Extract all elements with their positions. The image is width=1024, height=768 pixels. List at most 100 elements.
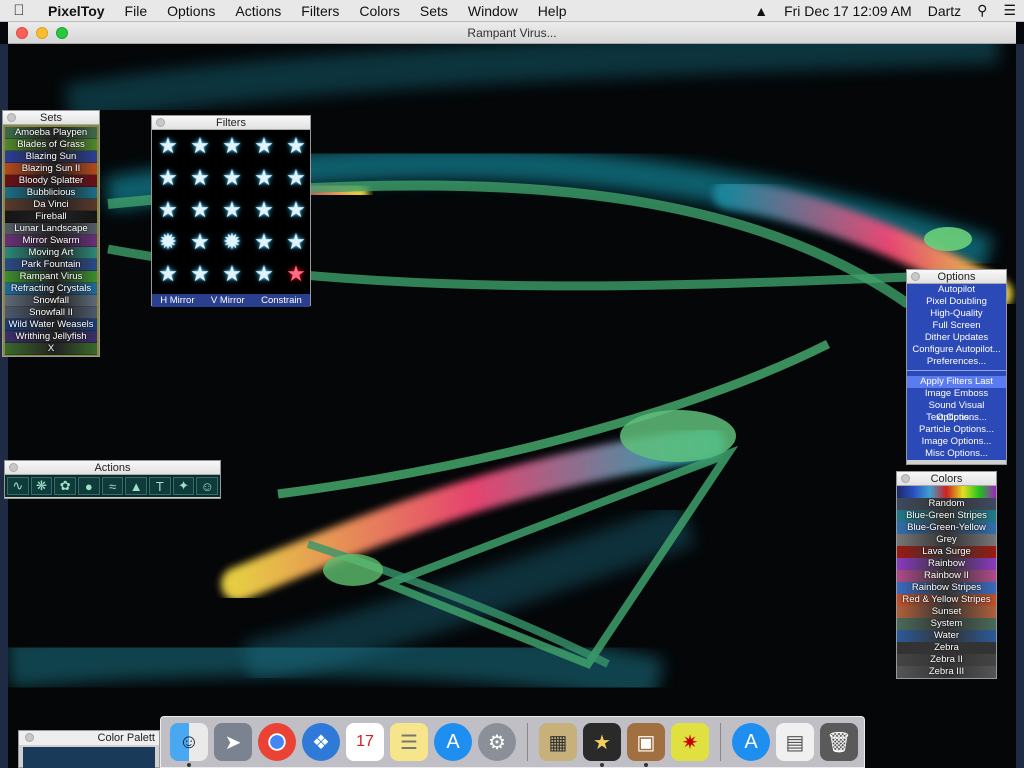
filter-star-icon[interactable]: ★	[184, 162, 216, 194]
window-titlebar[interactable]: Rampant Virus...	[8, 22, 1016, 44]
menu-sets[interactable]: Sets	[410, 0, 458, 22]
filter-star-icon[interactable]: ★	[152, 162, 184, 194]
user-name[interactable]: Dartz	[920, 3, 969, 19]
set-item[interactable]: Wild Water Weasels	[5, 319, 97, 331]
spotlight-search-icon[interactable]: ⚲	[969, 2, 995, 19]
filter-star-icon[interactable]: ★	[248, 162, 280, 194]
apple-icon[interactable]: 	[0, 2, 38, 19]
filter-star-icon[interactable]: ★	[216, 162, 248, 194]
app-store-folder-icon[interactable]: A	[732, 723, 770, 761]
option-item[interactable]: Image Emboss	[907, 388, 1006, 400]
color-item[interactable]: Zebra II	[897, 654, 996, 666]
action-sparkle-icon[interactable]: ✦	[172, 477, 195, 495]
set-item[interactable]: Blades of Grass	[5, 139, 97, 151]
option-item[interactable]: Full Screen	[907, 320, 1006, 332]
option-item[interactable]: High-Quality	[907, 308, 1006, 320]
h-mirror-button[interactable]: H Mirror	[160, 295, 194, 306]
safari-icon[interactable]: ❖	[302, 723, 340, 761]
option-item[interactable]: Particle Options...	[907, 424, 1006, 436]
action-text-icon[interactable]: T	[149, 477, 171, 495]
filter-star-icon[interactable]: ★	[280, 194, 312, 226]
filter-star-icon[interactable]: ★	[152, 130, 184, 162]
action-swirl-icon[interactable]: ✿	[54, 477, 77, 495]
set-item[interactable]: Fireball	[5, 211, 97, 223]
filter-star-icon[interactable]: ★	[280, 226, 312, 258]
pixeltoy-icon[interactable]: ★	[583, 723, 621, 767]
set-item[interactable]: Bubblicious	[5, 187, 97, 199]
color-palette-titlebar[interactable]: Color Palett	[19, 731, 159, 745]
clock[interactable]: Fri Dec 17 12:09 AM	[776, 3, 920, 19]
set-item[interactable]: X	[5, 343, 97, 355]
set-item[interactable]: Snowfall II	[5, 307, 97, 319]
v-mirror-button[interactable]: V Mirror	[211, 295, 245, 306]
menu-file[interactable]: File	[115, 0, 158, 22]
option-item[interactable]: Text Options...	[907, 412, 1006, 424]
menu-colors[interactable]: Colors	[349, 0, 409, 22]
action-bubbles-icon[interactable]: ●	[78, 477, 100, 495]
palette-close-button[interactable]	[7, 113, 16, 122]
system-preferences-icon[interactable]: ⚙	[478, 723, 516, 761]
set-item[interactable]: Refracting Crystals	[5, 283, 97, 295]
constrain-button[interactable]: Constrain	[261, 295, 302, 306]
color-item[interactable]: System	[897, 618, 996, 630]
launchpad-icon[interactable]: ➤	[214, 723, 252, 761]
trash-icon[interactable]: 🗑	[820, 723, 858, 761]
color-item[interactable]: Water	[897, 630, 996, 642]
filter-star-icon[interactable]: ★	[280, 162, 312, 194]
color-item[interactable]: Red & Yellow Stripes	[897, 594, 996, 606]
set-item[interactable]: Rampant Virus	[5, 271, 97, 283]
menu-options[interactable]: Options	[157, 0, 225, 22]
action-fountain-icon[interactable]: ▲	[125, 477, 148, 495]
filter-star-icon[interactable]: ★	[248, 130, 280, 162]
set-item[interactable]: Amoeba Playpen	[5, 127, 97, 139]
filter-star-icon[interactable]: ★	[248, 194, 280, 226]
filter-star-icon[interactable]: ★	[216, 258, 248, 290]
color-item[interactable]: Rainbow	[897, 558, 996, 570]
filters-palette-titlebar[interactable]: Filters	[152, 116, 310, 130]
filter-star-icon[interactable]: ★	[152, 258, 184, 290]
action-particles-icon[interactable]: ❋	[30, 477, 53, 495]
palette-close-button[interactable]	[9, 463, 18, 472]
set-item[interactable]: Moving Art	[5, 247, 97, 259]
option-item[interactable]: Preferences...	[907, 356, 1006, 368]
set-item[interactable]: Park Fountain	[5, 259, 97, 271]
palette-close-button[interactable]	[25, 733, 34, 742]
filter-star-icon[interactable]: ★	[152, 194, 184, 226]
color-item[interactable]: Blue-Green-Yellow	[897, 522, 996, 534]
finder-icon[interactable]: ☺	[170, 723, 208, 767]
colors-palette-titlebar[interactable]: Colors	[897, 472, 996, 486]
sets-palette-titlebar[interactable]: Sets	[3, 111, 99, 125]
color-item[interactable]: Grey	[897, 534, 996, 546]
notification-center-icon[interactable]: ☰	[995, 2, 1024, 19]
color-item[interactable]: Rainbow Stripes	[897, 582, 996, 594]
menu-filters[interactable]: Filters	[291, 0, 349, 22]
action-wave-icon[interactable]: ∿	[7, 477, 29, 495]
menu-app[interactable]: PixelToy	[38, 0, 115, 22]
filter-star-icon[interactable]: ★	[248, 258, 280, 290]
color-item[interactable]: Lava Surge	[897, 546, 996, 558]
option-item[interactable]: Apply Filters Last	[907, 376, 1006, 388]
notes-icon[interactable]: ☰	[390, 723, 428, 761]
preview-icon[interactable]: ▣	[627, 723, 665, 767]
filter-star-icon[interactable]: ★	[184, 226, 216, 258]
set-item[interactable]: Da Vinci	[5, 199, 97, 211]
color-item[interactable]: Zebra	[897, 642, 996, 654]
color-palette-body[interactable]	[23, 747, 155, 768]
filter-star-icon[interactable]: ★	[184, 258, 216, 290]
chrome-icon[interactable]	[258, 723, 296, 761]
set-item[interactable]: Writhing Jellyfish	[5, 331, 97, 343]
zoom-button[interactable]	[56, 27, 68, 39]
option-item[interactable]: Sound Visual Options...	[907, 400, 1006, 423]
filter-star-icon[interactable]: ★	[280, 130, 312, 162]
palette-close-button[interactable]	[911, 272, 920, 281]
action-image-icon[interactable]: ☺	[196, 477, 219, 495]
option-item[interactable]: Configure Autopilot...	[907, 344, 1006, 356]
calendar-icon[interactable]: 17	[346, 723, 384, 761]
filter-custom-icon[interactable]: ★	[280, 258, 312, 290]
filter-burst-icon[interactable]: ✹	[152, 226, 184, 258]
color-item[interactable]: Zebra III	[897, 666, 996, 678]
options-palette-titlebar[interactable]: Options	[907, 270, 1006, 284]
set-item[interactable]: Lunar Landscape	[5, 223, 97, 235]
option-item[interactable]: Autopilot	[907, 284, 1006, 296]
set-item[interactable]: Bloody Splatter	[5, 175, 97, 187]
